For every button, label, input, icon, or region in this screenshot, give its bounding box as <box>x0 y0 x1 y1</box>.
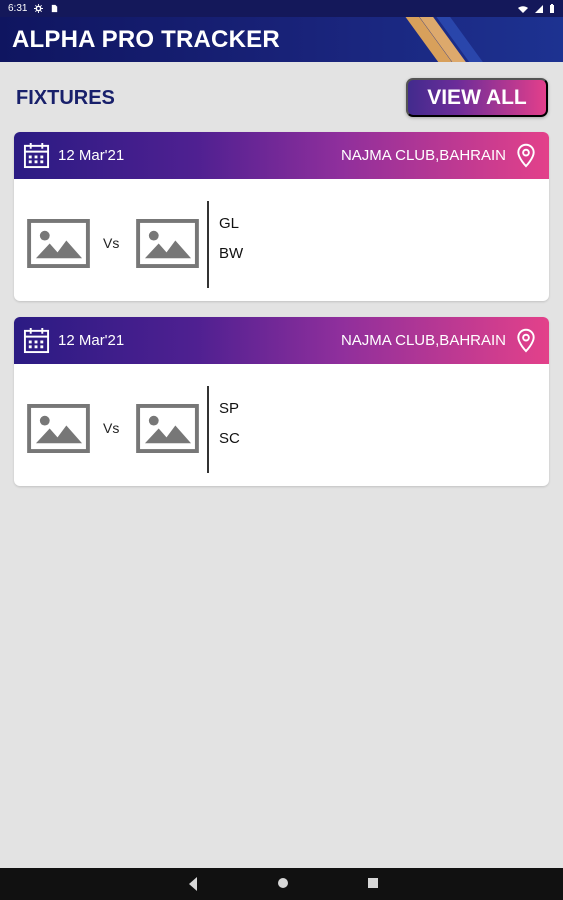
android-navigation-bar <box>0 868 563 900</box>
location-pin-icon <box>517 328 535 353</box>
app-bar: ALPHA PRO TRACKER <box>0 17 563 62</box>
back-icon[interactable] <box>186 876 200 892</box>
team-image-icon <box>27 219 90 268</box>
team-image-icon <box>136 219 199 268</box>
team-image-icon <box>27 404 90 453</box>
team-code: SP <box>219 400 240 417</box>
vs-label: Vs <box>103 235 120 251</box>
status-bar: 6:31 <box>0 0 563 17</box>
fixture-venue: NAJMA CLUB,BAHRAIN <box>340 147 506 164</box>
view-all-button[interactable]: VIEW ALL <box>406 78 548 117</box>
score-divider <box>207 201 209 288</box>
score-divider <box>207 386 209 473</box>
wifi-icon <box>518 5 528 13</box>
gear-icon <box>34 4 44 13</box>
status-right <box>517 3 555 14</box>
team-code: GL <box>219 215 240 232</box>
fixture-venue: NAJMA CLUB,BAHRAIN <box>340 332 506 349</box>
fixture-date: 12 Mar'21 <box>58 332 125 349</box>
team-code: BW <box>219 245 244 262</box>
match-details: Vs GL BW <box>14 179 549 301</box>
match-details: Vs SP SC <box>14 364 549 486</box>
fixture-date: 12 Mar'21 <box>58 147 125 164</box>
app-title: ALPHA PRO TRACKER <box>12 26 280 53</box>
fixture-card[interactable]: 12 Mar'21 NAJMA CLUB,BAHRAIN Vs GL BW <box>14 132 549 301</box>
vs-label: Vs <box>103 420 120 436</box>
status-left: 6:31 <box>8 3 59 14</box>
fixture-header: 12 Mar'21 NAJMA CLUB,BAHRAIN <box>14 317 549 364</box>
fixture-card[interactable]: 12 Mar'21 NAJMA CLUB,BAHRAIN Vs SP SC <box>14 317 549 486</box>
status-time: 6:31 <box>8 3 28 14</box>
signal-icon <box>535 4 543 13</box>
calendar-icon <box>23 327 50 354</box>
calendar-icon <box>23 142 50 169</box>
team-code: SC <box>219 430 240 447</box>
fixture-header: 12 Mar'21 NAJMA CLUB,BAHRAIN <box>14 132 549 179</box>
recent-apps-icon[interactable] <box>366 876 380 890</box>
main-content: FIXTURES VIEW ALL 12 Mar'21 NAJMA CLUB,B… <box>0 62 563 868</box>
location-pin-icon <box>517 143 535 168</box>
file-icon <box>52 4 58 13</box>
fixtures-title: FIXTURES <box>16 87 115 109</box>
battery-icon <box>550 3 554 13</box>
team-image-icon <box>136 404 199 453</box>
home-icon[interactable] <box>276 876 290 890</box>
